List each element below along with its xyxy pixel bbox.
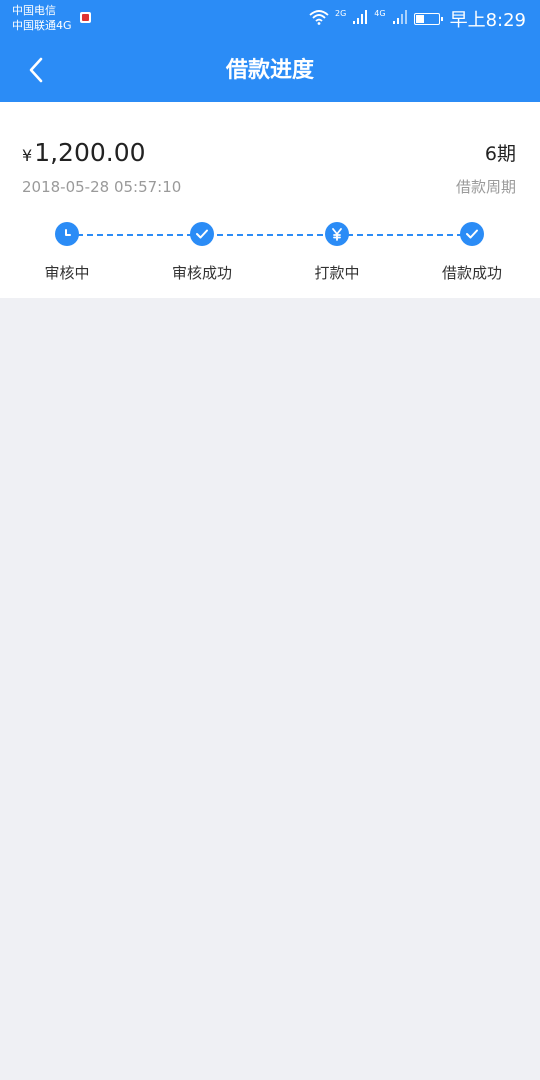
check-icon <box>190 222 214 246</box>
step-review-success: 审核成功 <box>142 222 262 283</box>
carrier-info: 中国电信 中国联通4G <box>12 3 72 33</box>
step-disbursing: 打款中 <box>277 222 397 283</box>
clock-time: 早上8:29 <box>449 10 526 31</box>
check-icon <box>460 222 484 246</box>
step-label: 打款中 <box>314 264 360 282</box>
step-label: 借款成功 <box>441 264 502 282</box>
battery-level <box>415 15 424 23</box>
battery-icon <box>413 13 443 25</box>
step-loan-success: 借款成功 <box>412 222 532 283</box>
page-title: 借款进度 <box>225 58 314 83</box>
progress-steps: 审核中 审核成功 打款中 借款成功 <box>0 222 540 292</box>
loan-period-label: 借款周期 <box>455 178 516 196</box>
loan-progress-card: ¥1,200.00 6期 2018-05-28 05:57:10 借款周期 审核… <box>0 102 540 298</box>
carrier-1: 中国电信 <box>12 4 56 17</box>
clock-icon <box>55 222 79 246</box>
status-bar: 中国电信 中国联通4G 2G 4G 早上8:29 <box>0 0 540 42</box>
title-bar: 借款进度 <box>0 42 540 102</box>
yen-icon <box>325 222 349 246</box>
notification-app-icon <box>80 12 91 23</box>
signal-2-type: 4G <box>374 9 386 18</box>
step-label: 审核成功 <box>171 264 232 282</box>
step-label: 审核中 <box>44 264 90 282</box>
signal-1-type: 2G <box>334 9 347 18</box>
amount-value: 1,200.00 <box>34 138 146 167</box>
signal-2-icon <box>392 9 408 29</box>
status-icons: 2G 4G 早上8:29 <box>309 7 526 31</box>
step-reviewing: 审核中 <box>7 222 127 283</box>
carrier-2: 中国联通4G <box>12 19 72 32</box>
loan-periods: 6期 <box>484 143 516 165</box>
signal-1-icon <box>352 9 368 29</box>
wifi-icon <box>309 9 329 29</box>
currency-symbol: ¥ <box>22 146 33 165</box>
loan-amount: ¥1,200.00 <box>22 138 146 167</box>
loan-date: 2018-05-28 05:57:10 <box>22 178 182 196</box>
